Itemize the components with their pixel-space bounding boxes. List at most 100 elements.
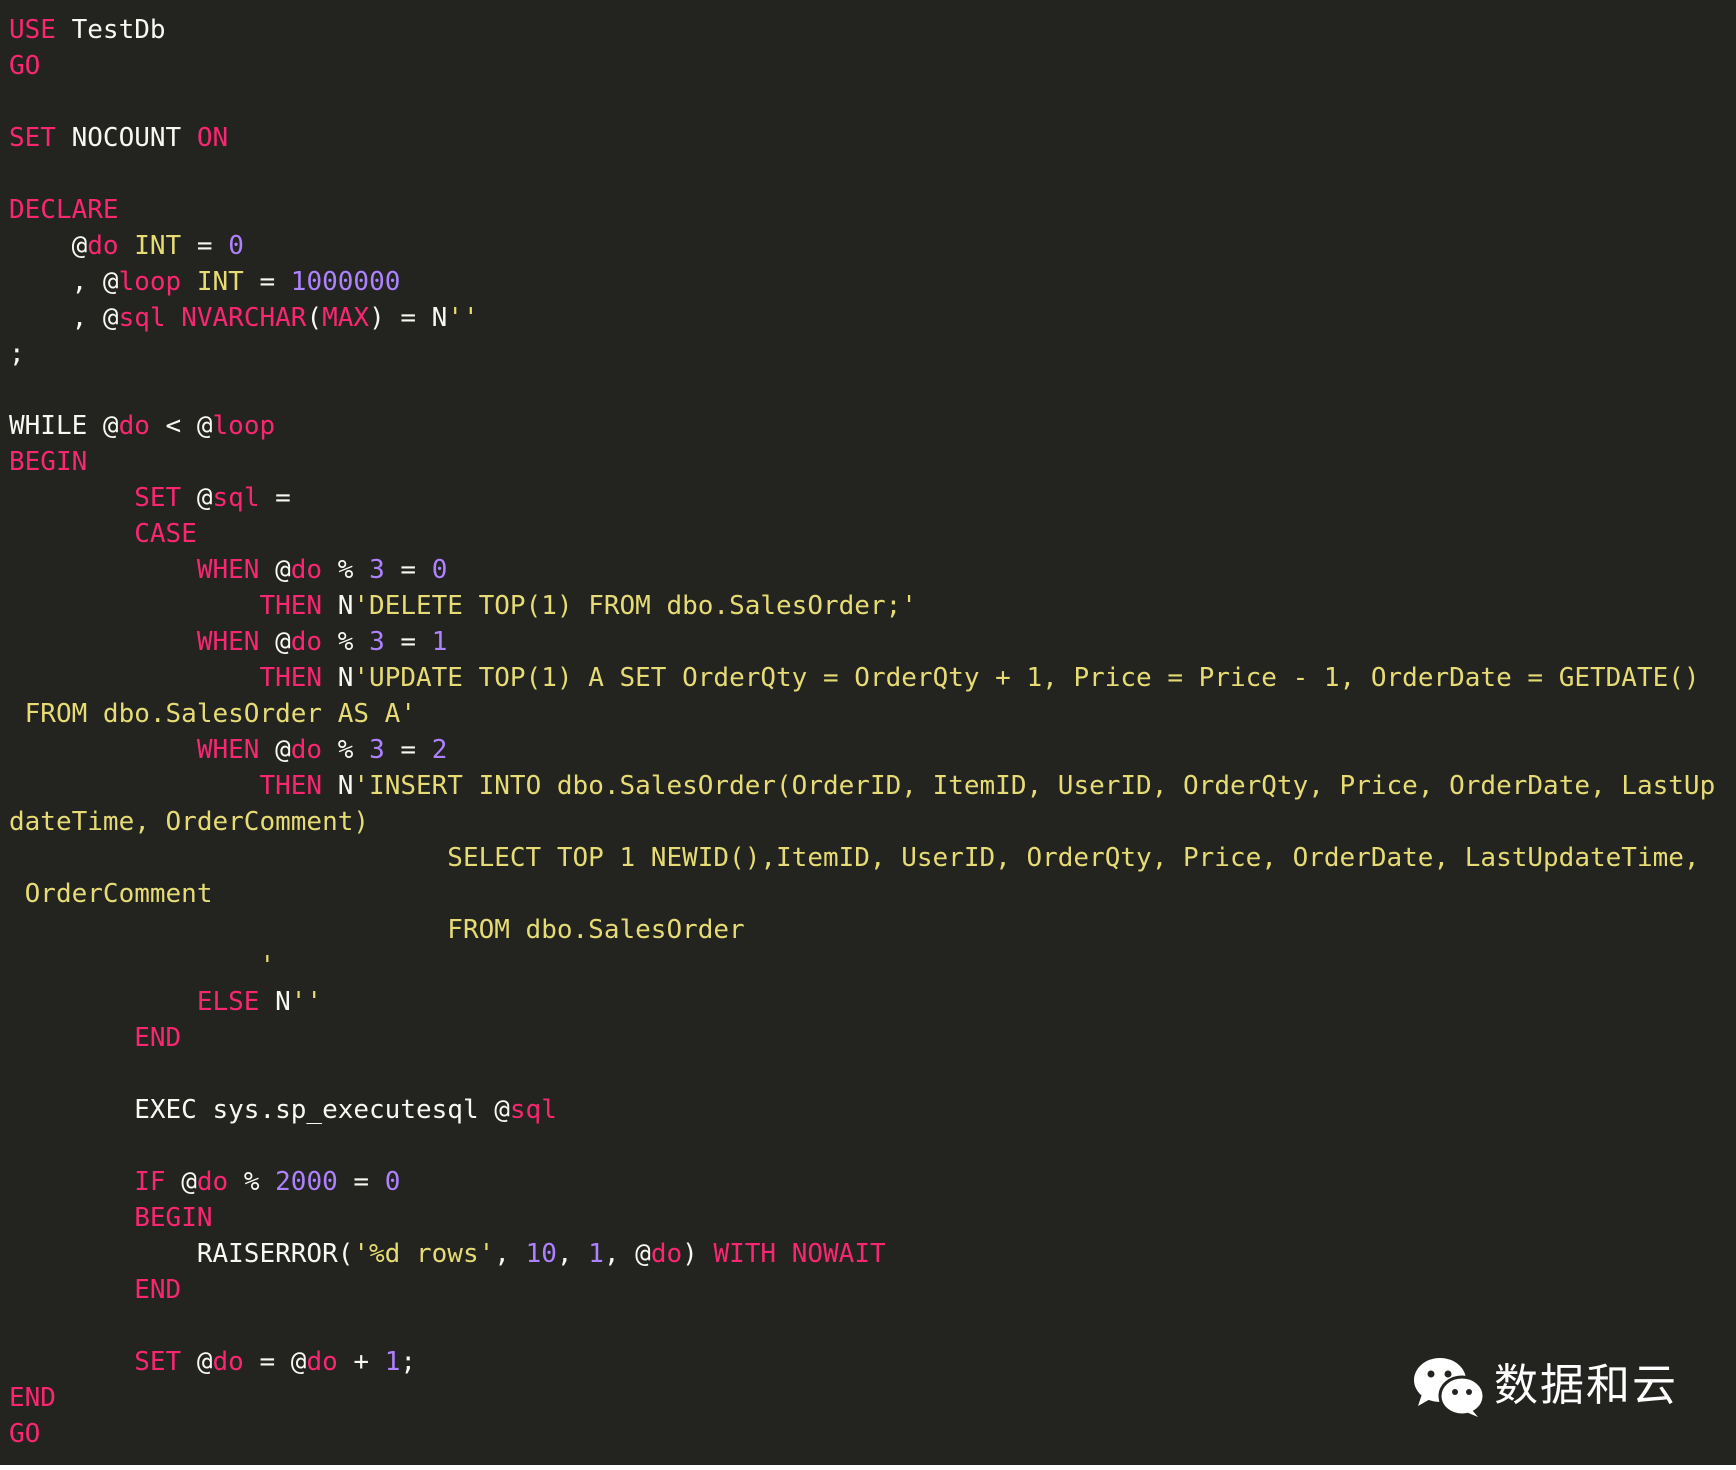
code-token: WHILE @ <box>9 411 119 441</box>
code-token: GO <box>9 1419 41 1449</box>
code-token: do <box>118 411 150 441</box>
code-token: FROM dbo.SalesOrder <box>9 915 745 945</box>
code-token: N <box>259 987 291 1017</box>
code-token: loop <box>118 267 182 297</box>
code-token: % <box>322 735 370 765</box>
code-token: INT <box>196 267 244 297</box>
code-token: do <box>87 231 119 261</box>
code-token: N <box>322 591 354 621</box>
code-token: do <box>306 1347 338 1377</box>
code-token: NOCOUNT <box>55 123 197 153</box>
code-token: 0 <box>384 1167 401 1197</box>
code-line: ELSE N'' <box>9 984 1729 1020</box>
code-token: do <box>196 1167 229 1197</box>
code-token: OrderComment <box>9 879 213 909</box>
code-line: BEGIN <box>9 1200 1729 1236</box>
code-line: WHEN @do % 3 = 2 <box>9 732 1729 768</box>
code-token: RAISERROR( <box>9 1239 354 1269</box>
code-token: sql <box>509 1095 557 1125</box>
code-token: CASE <box>134 519 197 549</box>
code-token: N <box>322 771 354 801</box>
code-line: FROM dbo.SalesOrder <box>9 912 1729 948</box>
code-token: = @ <box>243 1347 307 1377</box>
code-token: ' <box>9 951 276 981</box>
code-token: 2000 <box>275 1167 338 1197</box>
code-token: N <box>322 663 354 693</box>
code-token: END <box>134 1023 182 1053</box>
code-block[interactable]: USE TestDb GO SET NOCOUNT ON DECLARE @do … <box>9 12 1729 1452</box>
code-token: 1 <box>588 1239 604 1269</box>
code-token: dateTime, OrderComment) <box>9 807 370 837</box>
code-token: % <box>322 555 370 585</box>
code-token: 0 <box>431 555 448 585</box>
code-line: , @sql NVARCHAR(MAX) = N'' <box>9 300 1729 336</box>
code-editor[interactable]: USE TestDb GO SET NOCOUNT ON DECLARE @do … <box>0 0 1736 1465</box>
code-token: @ <box>259 735 291 765</box>
code-token: , @ <box>9 303 119 333</box>
code-token: ; <box>9 339 25 369</box>
code-token: loop <box>212 411 276 441</box>
code-token: = <box>384 627 432 657</box>
code-token: do <box>212 1347 244 1377</box>
code-token: 1 <box>384 1347 401 1377</box>
code-token: DECLARE <box>9 195 119 225</box>
code-token: WHEN <box>196 735 260 765</box>
code-token: 0 <box>228 231 244 261</box>
code-token: '' <box>447 303 479 333</box>
code-token: ; <box>400 1347 417 1377</box>
code-token: , <box>556 1239 589 1269</box>
code-token: END <box>9 1383 56 1413</box>
code-token: USE <box>9 15 56 45</box>
code-token: = <box>384 555 432 585</box>
code-line: THEN N'INSERT INTO dbo.SalesOrder(OrderI… <box>9 768 1729 804</box>
code-token: EXEC sys.sp_executesql @ <box>9 1095 510 1125</box>
code-token: % <box>322 627 370 657</box>
code-token: '' <box>290 987 323 1017</box>
code-line: FROM dbo.SalesOrder AS A' <box>9 696 1729 732</box>
code-token: 1000000 <box>290 267 401 297</box>
code-token: , @ <box>603 1239 651 1269</box>
code-line: SET @sql = <box>9 480 1729 516</box>
watermark: 数据和云 <box>1412 1351 1678 1421</box>
code-line: @do INT = 0 <box>9 228 1729 264</box>
code-token: = <box>384 735 432 765</box>
code-line: ; <box>9 336 1729 372</box>
code-token: WHEN <box>196 555 260 585</box>
code-token: END <box>134 1275 182 1305</box>
code-line: WHILE @do < @loop <box>9 408 1729 444</box>
code-line: IF @do % 2000 = 0 <box>9 1164 1729 1200</box>
code-token: ELSE <box>196 987 260 1017</box>
code-line: GO <box>9 48 1729 84</box>
code-token: SET <box>134 483 182 513</box>
code-token: @ <box>165 1167 197 1197</box>
code-line: GO <box>9 1416 1729 1452</box>
code-line: ' <box>9 948 1729 984</box>
code-token: 10 <box>525 1239 557 1269</box>
code-token: < @ <box>149 411 213 441</box>
code-token: 'UPDATE TOP(1) A SET OrderQty = OrderQty… <box>353 663 1700 693</box>
code-token: BEGIN <box>134 1203 213 1233</box>
code-token: @ <box>181 483 213 513</box>
code-token: ) = N <box>369 303 448 333</box>
code-token: do <box>290 627 323 657</box>
code-token: NVARCHAR <box>181 303 307 333</box>
watermark-text: 数据和云 <box>1494 1360 1678 1411</box>
code-token: TestDb <box>55 15 166 45</box>
code-token: MAX <box>322 303 370 333</box>
code-token: 'DELETE TOP(1) FROM dbo.SalesOrder;' <box>353 591 917 621</box>
code-token: sql <box>118 303 166 333</box>
code-token: = <box>337 1167 385 1197</box>
code-token: , @ <box>9 267 119 297</box>
